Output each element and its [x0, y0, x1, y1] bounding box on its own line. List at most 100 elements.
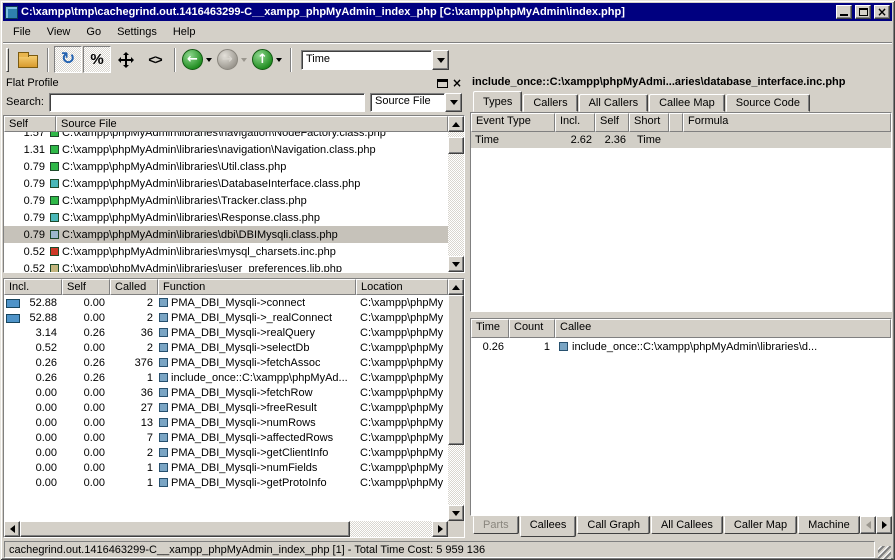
menu-item[interactable]: View: [39, 24, 79, 40]
grouping-combobox[interactable]: Source File: [370, 93, 462, 112]
scroll-up-button[interactable]: [448, 279, 464, 295]
combo-dropdown-button[interactable]: [432, 50, 449, 70]
column-header-incl[interactable]: Incl.: [555, 113, 595, 132]
bottom-tab[interactable]: Parts: [473, 516, 519, 534]
column-header-event-type[interactable]: Event Type: [471, 113, 555, 132]
column-header-count[interactable]: Count: [509, 319, 555, 338]
maximize-button[interactable]: [855, 5, 871, 19]
up-dropdown[interactable]: [273, 49, 284, 70]
callee-row[interactable]: 0.26 1 include_once::C:\xampp\phpMyAdmin…: [471, 338, 891, 355]
detail-tab[interactable]: Callers: [523, 94, 577, 112]
tab-scroll-right-button[interactable]: [876, 516, 892, 534]
source-file-row[interactable]: 0.79 C:\xampp\phpMyAdmin\libraries\Datab…: [4, 175, 448, 192]
function-row[interactable]: 52.88 0.00 2 PMA_DBI_Mysqli->connect C:\…: [4, 295, 448, 310]
scroll-down-button[interactable]: [448, 505, 464, 521]
close-dock-icon[interactable]: ×: [452, 78, 462, 88]
relative-cost-button[interactable]: <>: [141, 46, 169, 73]
source-file-row[interactable]: 0.52 C:\xampp\phpMyAdmin\libraries\user_…: [4, 260, 448, 272]
float-dock-icon[interactable]: [437, 79, 448, 88]
function-row[interactable]: 0.00 0.00 13 PMA_DBI_Mysqli->numRows C:\…: [4, 415, 448, 430]
menu-item[interactable]: File: [5, 24, 39, 40]
function-row[interactable]: 0.00 0.00 1 PMA_DBI_Mysqli->getProtoInfo…: [4, 475, 448, 490]
back-button[interactable]: ←: [182, 49, 203, 70]
self-cost-value: 0.79: [4, 212, 50, 224]
dock-title-bar[interactable]: Flat Profile ×: [3, 75, 465, 91]
detail-tab[interactable]: Types: [473, 91, 522, 112]
column-header-self[interactable]: Self: [595, 113, 629, 132]
detail-tab[interactable]: All Callers: [579, 94, 649, 112]
source-file-row[interactable]: 0.79 C:\xampp\phpMyAdmin\libraries\Respo…: [4, 209, 448, 226]
scroll-right-button[interactable]: [432, 521, 448, 537]
forward-dropdown[interactable]: [238, 49, 249, 70]
source-file-row[interactable]: 0.52 C:\xampp\phpMyAdmin\libraries\mysql…: [4, 243, 448, 260]
bottom-tab[interactable]: Callees: [520, 516, 577, 537]
column-header-called[interactable]: Called: [110, 279, 158, 295]
minimize-button[interactable]: [836, 5, 852, 19]
bottom-tab[interactable]: Caller Map: [724, 516, 797, 534]
scrollbar-thumb[interactable]: [448, 137, 464, 154]
percentage-toggle-button[interactable]: %: [83, 46, 111, 73]
function-row[interactable]: 0.00 0.00 1 PMA_DBI_Mysqli->numFields C:…: [4, 460, 448, 475]
column-header-source-file[interactable]: Source File: [56, 116, 448, 132]
menu-item[interactable]: Settings: [109, 24, 165, 40]
function-row[interactable]: 0.26 0.26 1 include_once::C:\xampp\phpMy…: [4, 370, 448, 385]
function-row[interactable]: 0.00 0.00 27 PMA_DBI_Mysqli->freeResult …: [4, 400, 448, 415]
column-header-function[interactable]: Function: [158, 279, 356, 295]
scrollbar-thumb[interactable]: [448, 295, 464, 445]
resize-grip-icon[interactable]: [878, 546, 891, 559]
column-header-incl[interactable]: Incl.: [4, 279, 62, 295]
source-file-row[interactable]: 1.31 C:\xampp\phpMyAdmin\libraries\navig…: [4, 141, 448, 158]
back-dropdown[interactable]: [203, 49, 214, 70]
combo-dropdown-button[interactable]: [445, 93, 462, 112]
source-file-row[interactable]: 0.79 C:\xampp\phpMyAdmin\libraries\Track…: [4, 192, 448, 209]
source-list-scrollbar[interactable]: [448, 116, 464, 272]
forward-button[interactable]: →: [217, 49, 238, 70]
dock-layout-button[interactable]: [112, 46, 140, 73]
bottom-tab[interactable]: Machine: [798, 516, 860, 534]
open-file-button[interactable]: [14, 46, 42, 73]
event-type-combobox[interactable]: Time: [301, 50, 449, 70]
title-bar[interactable]: C:\xampp\tmp\cachegrind.out.1416463299-C…: [3, 3, 892, 21]
column-header-time[interactable]: Time: [471, 319, 509, 338]
column-header-formula[interactable]: Formula: [683, 113, 891, 132]
column-header-blank[interactable]: [669, 113, 683, 132]
function-location: C:\xampp\phpMy: [356, 297, 448, 309]
source-file-row[interactable]: 0.79 C:\xampp\phpMyAdmin\libraries\Util.…: [4, 158, 448, 175]
function-row[interactable]: 3.14 0.26 36 PMA_DBI_Mysqli->realQuery C…: [4, 325, 448, 340]
column-header-self[interactable]: Self: [62, 279, 110, 295]
bottom-tab[interactable]: All Callees: [651, 516, 723, 534]
detail-tab[interactable]: Callee Map: [649, 94, 725, 112]
event-type-row[interactable]: Time 2.62 2.36 Time: [471, 132, 891, 148]
source-file-row[interactable]: 1.57 C:\xampp\phpMyAdmin\libraries\navig…: [4, 132, 448, 141]
scroll-up-button[interactable]: [448, 116, 464, 132]
function-row[interactable]: 0.52 0.00 2 PMA_DBI_Mysqli->selectDb C:\…: [4, 340, 448, 355]
tab-scroll-left-button[interactable]: [860, 516, 876, 534]
scroll-left-button[interactable]: [4, 521, 20, 537]
tab-label: Parts: [483, 519, 509, 531]
function-row[interactable]: 0.00 0.00 36 PMA_DBI_Mysqli->fetchRow C:…: [4, 385, 448, 400]
bottom-tab[interactable]: Call Graph: [577, 516, 650, 534]
scrollbar-thumb[interactable]: [20, 521, 350, 537]
close-button[interactable]: ×: [874, 5, 890, 19]
column-header-short[interactable]: Short: [629, 113, 669, 132]
column-header-location[interactable]: Location: [356, 279, 448, 295]
reload-button[interactable]: ↻: [54, 46, 82, 73]
detail-tab[interactable]: Source Code: [726, 94, 810, 112]
function-row[interactable]: 0.00 0.00 7 PMA_DBI_Mysqli->affectedRows…: [4, 430, 448, 445]
scroll-down-button[interactable]: [448, 256, 464, 272]
function-table-vscrollbar[interactable]: [448, 279, 464, 521]
function-row[interactable]: 0.26 0.26 376 PMA_DBI_Mysqli->fetchAssoc…: [4, 355, 448, 370]
menu-item[interactable]: Help: [165, 24, 204, 40]
function-row[interactable]: 0.00 0.00 2 PMA_DBI_Mysqli->getClientInf…: [4, 445, 448, 460]
menu-item[interactable]: Go: [78, 24, 109, 40]
function-table-hscrollbar[interactable]: [4, 521, 448, 537]
source-file-row[interactable]: 0.79 C:\xampp\phpMyAdmin\libraries\dbi\D…: [4, 226, 448, 243]
function-row[interactable]: 52.88 0.00 2 PMA_DBI_Mysqli->_realConnec…: [4, 310, 448, 325]
toolbar-handle[interactable]: [6, 48, 9, 72]
function-location: C:\xampp\phpMy: [356, 312, 448, 324]
up-button[interactable]: ↑: [252, 49, 273, 70]
triangle-up-icon: [452, 281, 460, 290]
search-input[interactable]: [49, 93, 365, 112]
column-header-callee[interactable]: Callee: [555, 319, 891, 338]
column-header-self[interactable]: Self: [4, 116, 56, 132]
